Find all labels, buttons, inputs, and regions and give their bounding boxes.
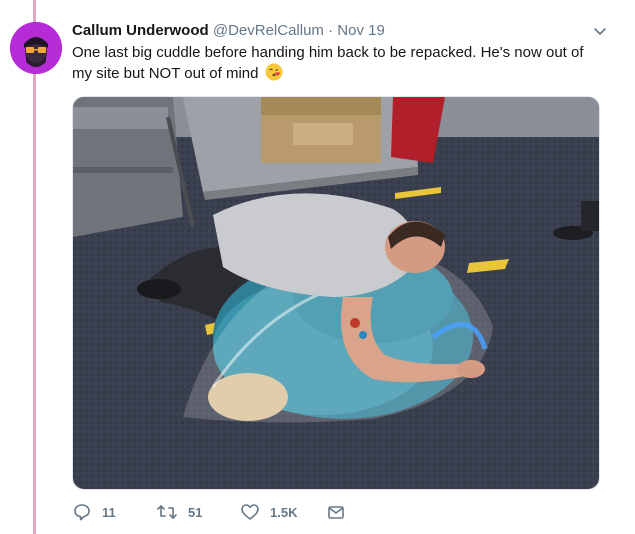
like-count: 1.5K: [270, 504, 298, 520]
reply-button[interactable]: 11: [72, 500, 116, 524]
tweet-actions: 11 51 1.5K: [72, 500, 612, 524]
retweet-button[interactable]: 51: [156, 500, 202, 524]
kissing-face-emoji: [265, 63, 283, 81]
tweet-date[interactable]: Nov 19: [337, 22, 385, 39]
thread-line: [33, 0, 36, 534]
tweet-text: One last big cuddle before handing him b…: [72, 42, 602, 84]
envelope-icon: [328, 506, 344, 519]
heart-icon: [241, 504, 259, 520]
photo-scene: [73, 97, 599, 489]
reply-icon: [74, 504, 90, 521]
tweet-header: Callum Underwood @DevRelCallum · Nov 19: [72, 22, 615, 42]
tweet-body: One last big cuddle before handing him b…: [72, 44, 584, 82]
direct-message-button[interactable]: [326, 500, 356, 524]
like-button[interactable]: 1.5K: [240, 500, 297, 524]
retweet-icon: [157, 505, 177, 519]
retweet-count: 51: [188, 504, 203, 520]
tweet-photo[interactable]: [72, 96, 600, 490]
avatar-image: [10, 22, 62, 74]
reply-count: 11: [102, 504, 116, 520]
user-handle[interactable]: @DevRelCallum: [213, 22, 324, 39]
avatar[interactable]: [10, 22, 62, 74]
separator-dot: ·: [328, 22, 334, 39]
display-name[interactable]: Callum Underwood: [72, 22, 209, 39]
chevron-down-icon[interactable]: [593, 24, 607, 38]
